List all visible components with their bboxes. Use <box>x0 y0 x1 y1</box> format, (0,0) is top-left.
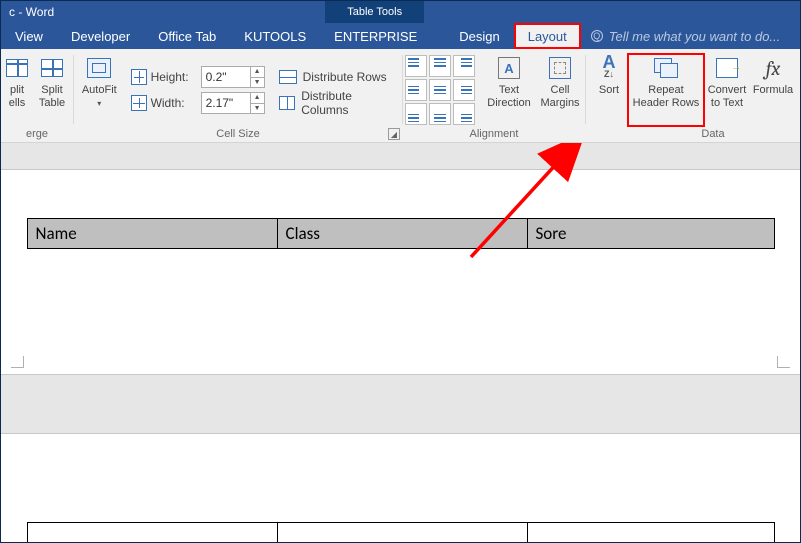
group-merge-label: erge <box>5 128 69 142</box>
split-cells-icon <box>3 56 31 80</box>
tab-enterprise[interactable]: ENTERPRISE <box>320 23 431 49</box>
table-header-cell[interactable]: Sore <box>527 219 774 249</box>
formula-icon: fx <box>759 56 787 80</box>
group-merge: plit ells Split Table erge <box>1 49 73 142</box>
column-width-icon <box>131 95 147 111</box>
group-data-label: Data <box>590 128 796 142</box>
table-cell[interactable] <box>527 523 774 543</box>
column-width-spinner[interactable]: ▲▼ <box>250 93 264 113</box>
group-cell-size: AutoFit ▾ Height: ▲▼ Width: <box>74 49 402 142</box>
group-alignment-label: Alignment <box>407 128 581 142</box>
tab-office-tab[interactable]: Office Tab <box>144 23 230 49</box>
cell-margins-icon <box>546 56 574 80</box>
column-width-input[interactable] <box>202 93 250 113</box>
align-top-center[interactable] <box>429 55 451 77</box>
distribute-columns-button[interactable]: Distribute Columns <box>275 92 398 114</box>
table-header-row: Name Class Sore <box>27 219 774 249</box>
convert-to-text-button[interactable]: Convert to Text <box>704 54 750 126</box>
split-table-icon <box>38 56 66 80</box>
table-header-cell[interactable]: Name <box>27 219 277 249</box>
table-header-cell[interactable]: Class <box>277 219 527 249</box>
align-center-center[interactable] <box>429 79 451 101</box>
tab-design[interactable]: Design <box>445 23 513 49</box>
repeat-header-rows-icon <box>652 56 680 80</box>
text-direction-icon <box>495 56 523 80</box>
align-center-right[interactable] <box>453 79 475 101</box>
split-cells-button[interactable]: plit ells <box>2 54 32 126</box>
tab-developer[interactable]: Developer <box>57 23 144 49</box>
row-height-spinner[interactable]: ▲▼ <box>250 67 264 87</box>
contextual-tab-title: Table Tools <box>325 1 424 23</box>
column-width-control[interactable]: Width: ▲▼ <box>131 92 265 114</box>
distribute-rows-icon <box>279 70 297 84</box>
tab-view[interactable]: View <box>1 23 57 49</box>
document-title: c - Word <box>1 1 62 23</box>
table-cell[interactable] <box>277 523 527 543</box>
align-top-right[interactable] <box>453 55 475 77</box>
alignment-grid <box>405 55 475 125</box>
page-margin-mark <box>776 354 790 368</box>
tab-layout[interactable]: Layout <box>514 23 581 49</box>
table-row <box>27 523 774 543</box>
tell-me-placeholder: Tell me what you want to do... <box>609 29 781 44</box>
repeat-header-rows-button[interactable]: Repeat Header Rows <box>628 54 704 126</box>
align-center-left[interactable] <box>405 79 427 101</box>
row-height-icon <box>131 69 147 85</box>
title-bar: c - Word Table Tools <box>1 1 800 23</box>
autofit-icon <box>85 56 113 80</box>
convert-to-text-icon <box>713 56 741 80</box>
tell-me-search[interactable]: Q Tell me what you want to do... <box>581 23 781 49</box>
distribute-rows-button[interactable]: Distribute Rows <box>275 66 398 88</box>
page-2 <box>1 433 800 542</box>
align-top-left[interactable] <box>405 55 427 77</box>
align-bottom-center[interactable] <box>429 103 451 125</box>
tab-kutools[interactable]: KUTOOLS <box>230 23 320 49</box>
align-bottom-left[interactable] <box>405 103 427 125</box>
page-1: Name Class Sore <box>1 169 800 375</box>
group-data: AZ↓ Sort Repeat Header Rows Convert to T… <box>586 49 800 142</box>
document-table-header[interactable]: Name Class Sore <box>27 218 775 249</box>
formula-button[interactable]: fx Formula <box>750 54 796 126</box>
sort-icon: AZ↓ <box>595 56 623 80</box>
autofit-button[interactable]: AutoFit ▾ <box>78 54 121 126</box>
ribbon: plit ells Split Table erge AutoFit ▾ Hei… <box>1 49 800 143</box>
sort-button[interactable]: AZ↓ Sort <box>590 54 628 126</box>
ribbon-tabs: View Developer Office Tab KUTOOLS ENTERP… <box>1 23 800 49</box>
cell-margins-button[interactable]: Cell Margins <box>537 54 583 126</box>
document-area[interactable]: Name Class Sore <box>1 143 800 542</box>
document-table-body[interactable] <box>27 522 775 542</box>
align-bottom-right[interactable] <box>453 103 475 125</box>
row-height-input[interactable] <box>202 67 250 87</box>
group-cell-size-label: Cell Size <box>78 128 398 142</box>
row-height-control[interactable]: Height: ▲▼ <box>131 66 265 88</box>
text-direction-button[interactable]: Text Direction <box>481 54 537 126</box>
page-margin-mark <box>11 354 25 368</box>
table-cell[interactable] <box>27 523 277 543</box>
group-alignment: Text Direction Cell Margins Alignment <box>403 49 585 142</box>
cell-size-dialog-launcher[interactable]: ◢ <box>388 128 400 140</box>
split-table-button[interactable]: Split Table <box>32 54 72 126</box>
lightbulb-icon: Q <box>591 30 603 42</box>
distribute-columns-icon <box>279 96 296 110</box>
